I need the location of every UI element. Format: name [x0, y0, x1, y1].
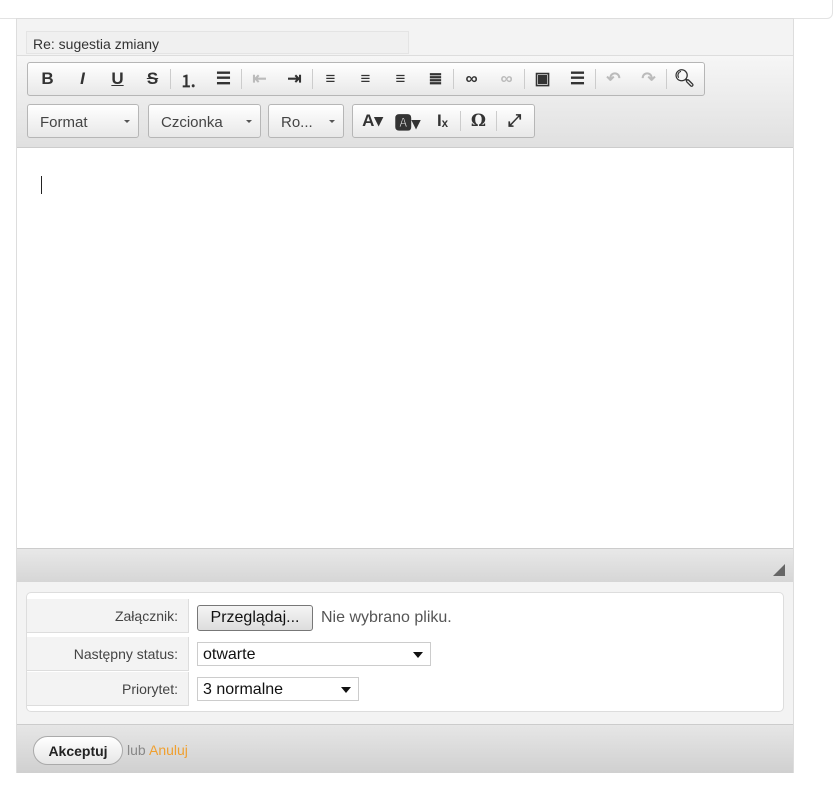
align-left-icon: ≡: [325, 69, 336, 88]
image-icon: ▣: [534, 69, 551, 88]
redo-icon: ↷: [641, 69, 656, 88]
size-dropdown[interactable]: Ro...: [268, 104, 344, 138]
underline-button[interactable]: U: [100, 64, 135, 94]
dropdown-arrow-icon: [341, 687, 351, 693]
align-left-button[interactable]: ≡: [313, 64, 348, 94]
outdent-icon: ⇤: [252, 69, 267, 88]
numbered-list-icon: ⒈: [180, 71, 197, 91]
search-button[interactable]: 🔍︎: [667, 64, 702, 94]
align-right-button[interactable]: ≡: [383, 64, 418, 94]
caret-down-icon: [246, 120, 252, 123]
accept-button[interactable]: Akceptuj: [33, 736, 123, 765]
toolbar-group-style: A▾ 🅰▾ Iₓ Ω ⤢: [352, 104, 535, 138]
bold-button[interactable]: B: [30, 64, 65, 94]
image-button[interactable]: ▣: [525, 64, 560, 94]
align-center-button[interactable]: ≡: [348, 64, 383, 94]
editor-bottom-bar: [17, 548, 793, 582]
strikethrough-button[interactable]: S: [135, 64, 170, 94]
align-center-icon: ≡: [360, 69, 371, 88]
no-file-text: Nie wybrano pliku.: [321, 609, 452, 626]
unlink-button[interactable]: ∞: [489, 64, 524, 94]
outdent-button[interactable]: ⇤: [242, 64, 277, 94]
or-text: lub: [127, 742, 146, 758]
caret-down-icon: [329, 120, 335, 123]
indent-icon: ⇥: [287, 69, 302, 88]
search-icon: 🔍︎: [673, 69, 696, 88]
background-color-button[interactable]: 🅰▾: [390, 106, 425, 136]
background-color-icon: 🅰▾: [394, 113, 421, 133]
subject-field[interactable]: Re: sugestia zmiany: [26, 31, 409, 54]
remove-format-icon: Iₓ: [437, 111, 448, 130]
bulleted-list-icon: ☰: [215, 69, 232, 88]
font-label: Czcionka: [161, 114, 223, 131]
undo-button[interactable]: ↶: [596, 64, 631, 94]
maximize-button[interactable]: ⤢: [497, 106, 532, 136]
format-dropdown[interactable]: Format: [27, 104, 139, 138]
remove-format-button[interactable]: Iₓ: [425, 106, 460, 136]
redo-button[interactable]: ↷: [631, 64, 666, 94]
priority-label: Priorytet:: [27, 672, 189, 706]
text-cursor: [41, 176, 42, 194]
italic-button[interactable]: I: [65, 64, 100, 94]
strikethrough-icon: S: [146, 69, 159, 88]
align-right-icon: ≡: [395, 69, 406, 88]
text-color-icon: A▾: [362, 111, 383, 130]
toolbar-group-main: B I U S ⒈ ☰ ⇤ ⇥ ≡ ≡ ≡ ≣ ∞ ∞ ▣ ☰ ↶ ↷ 🔍︎: [27, 62, 705, 96]
italic-icon: I: [80, 69, 85, 88]
justify-icon: ≣: [428, 69, 443, 88]
text-color-button[interactable]: A▾: [355, 106, 390, 136]
justify-button[interactable]: ≣: [418, 64, 453, 94]
undo-icon: ↶: [606, 69, 621, 88]
status-select[interactable]: otwarte: [197, 642, 431, 666]
size-label: Ro...: [281, 114, 313, 131]
underline-icon: U: [111, 69, 124, 88]
horizontal-line-icon: ☰: [569, 69, 586, 88]
form-footer: Akceptuj lub Anuluj: [17, 724, 793, 773]
top-container: [0, 0, 833, 19]
horizontal-line-button[interactable]: ☰: [560, 64, 595, 94]
indent-button[interactable]: ⇥: [277, 64, 312, 94]
resize-handle-icon[interactable]: [773, 564, 785, 576]
ticket-form: Załącznik: Przeglądaj... Nie wybrano pli…: [26, 592, 784, 712]
priority-select[interactable]: 3 normalne: [197, 677, 359, 701]
font-dropdown[interactable]: Czcionka: [148, 104, 261, 138]
attachment-label: Załącznik:: [27, 599, 189, 633]
numbered-list-button[interactable]: ⒈: [171, 64, 206, 94]
maximize-icon: ⤢: [507, 111, 522, 130]
format-label: Format: [40, 114, 88, 131]
cancel-link[interactable]: Anuluj: [149, 742, 188, 758]
caret-down-icon: [124, 120, 130, 123]
special-char-icon: Ω: [470, 111, 487, 131]
bulleted-list-button[interactable]: ☰: [206, 64, 241, 94]
status-value: otwarte: [203, 646, 256, 663]
special-char-button[interactable]: Ω: [461, 106, 496, 136]
link-button[interactable]: ∞: [454, 64, 489, 94]
browse-button[interactable]: Przeglądaj...: [197, 605, 313, 631]
dropdown-arrow-icon: [413, 652, 423, 658]
unlink-icon: ∞: [500, 69, 513, 88]
priority-value: 3 normalne: [203, 681, 284, 698]
link-icon: ∞: [465, 69, 478, 88]
editor-content[interactable]: [17, 148, 793, 548]
bold-icon: B: [41, 69, 54, 88]
status-label: Następny status:: [27, 637, 189, 671]
